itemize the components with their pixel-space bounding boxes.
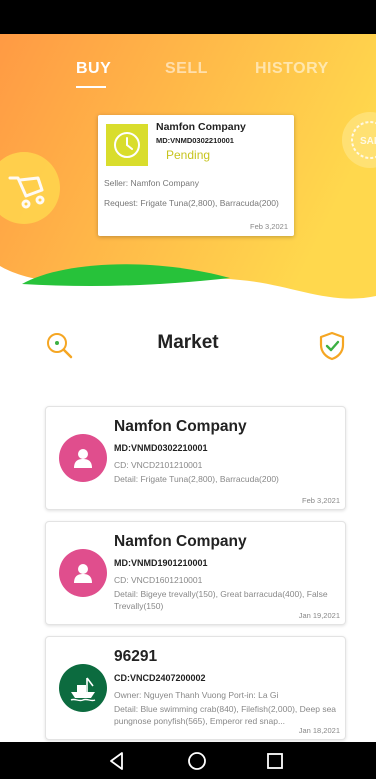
avatar (59, 664, 107, 712)
list-item[interactable]: 96291 CD:VNCD2407200002 Owner: Nguyen Th… (45, 636, 346, 740)
listing-title: Namfon Company (114, 418, 247, 435)
listing-code: CD:VNCD2407200002 (114, 673, 206, 683)
pending-company-name: Namfon Company (156, 121, 246, 133)
home-icon (188, 752, 206, 770)
listing-cd: CD: VNCD1601210001 (114, 575, 203, 585)
listing-code: MD:VNMD1901210001 (114, 558, 208, 568)
listing-title: Namfon Company (114, 533, 247, 550)
shopping-cart-icon (8, 176, 45, 209)
system-nav-bar (0, 742, 376, 779)
listing-date: Feb 3,2021 (302, 496, 340, 505)
avatar (59, 434, 107, 482)
list-item[interactable]: Namfon Company MD:VNMD0302210001 CD: VNC… (45, 406, 346, 510)
recents-icon (267, 753, 283, 769)
recents-button[interactable] (264, 750, 286, 772)
avatar (59, 549, 107, 597)
buy-cart-badge (0, 152, 60, 224)
listing-cd: CD: VNCD2101210001 (114, 460, 203, 470)
svg-text:SAL: SAL (360, 136, 376, 147)
pending-request: Request: Frigate Tuna(2,800), Barracuda(… (104, 198, 279, 208)
listing-code: MD:VNMD0302210001 (114, 443, 208, 453)
hero-header: BUY SELL HISTORY SAL Namfon Company MD:V… (0, 34, 376, 304)
pending-date: Feb 3,2021 (250, 222, 288, 231)
back-icon (110, 752, 123, 770)
tab-bar: BUY SELL HISTORY (0, 60, 376, 90)
listing-date: Jan 18,2021 (298, 726, 340, 735)
person-icon (74, 449, 92, 468)
pending-md-code: MD:VNMD0302210001 (156, 136, 234, 145)
listing-detail: Detail: Blue swimming crab(840), Filefis… (114, 704, 337, 726)
home-button[interactable] (186, 750, 208, 772)
listing-owner: Owner: Nguyen Thanh Vuong Port-in: La Gi (114, 690, 279, 700)
sale-tag-icon: SAL (351, 121, 376, 159)
listing-title: 96291 (114, 648, 158, 665)
fishing-boat-icon (70, 677, 96, 702)
list-item[interactable]: Namfon Company MD:VNMD1901210001 CD: VNC… (45, 521, 346, 625)
order-status-badge (106, 124, 148, 166)
tab-sell[interactable]: SELL (165, 60, 208, 78)
tab-buy[interactable]: BUY (76, 60, 111, 78)
back-button[interactable] (106, 750, 128, 772)
listing-date: Jan 19,2021 (298, 611, 340, 620)
active-tab-indicator (76, 86, 106, 88)
tab-history[interactable]: HISTORY (255, 60, 329, 78)
clock-icon (114, 132, 140, 158)
sale-badge: SAL (342, 112, 376, 168)
status-bar (0, 0, 376, 34)
pending-order-card[interactable]: Namfon Company MD:VNMD0302210001 Pending… (98, 115, 294, 236)
verified-filter-button[interactable] (316, 330, 348, 362)
listing-detail: Detail: Bigeye trevally(150), Great barr… (114, 589, 328, 611)
market-header: Market (0, 324, 376, 364)
pending-seller: Seller: Namfon Company (104, 178, 199, 188)
pending-status: Pending (166, 148, 211, 162)
shield-check-icon (319, 331, 345, 361)
person-icon (74, 564, 92, 583)
listing-detail: Detail: Frigate Tuna(2,800), Barracuda(2… (114, 474, 279, 484)
